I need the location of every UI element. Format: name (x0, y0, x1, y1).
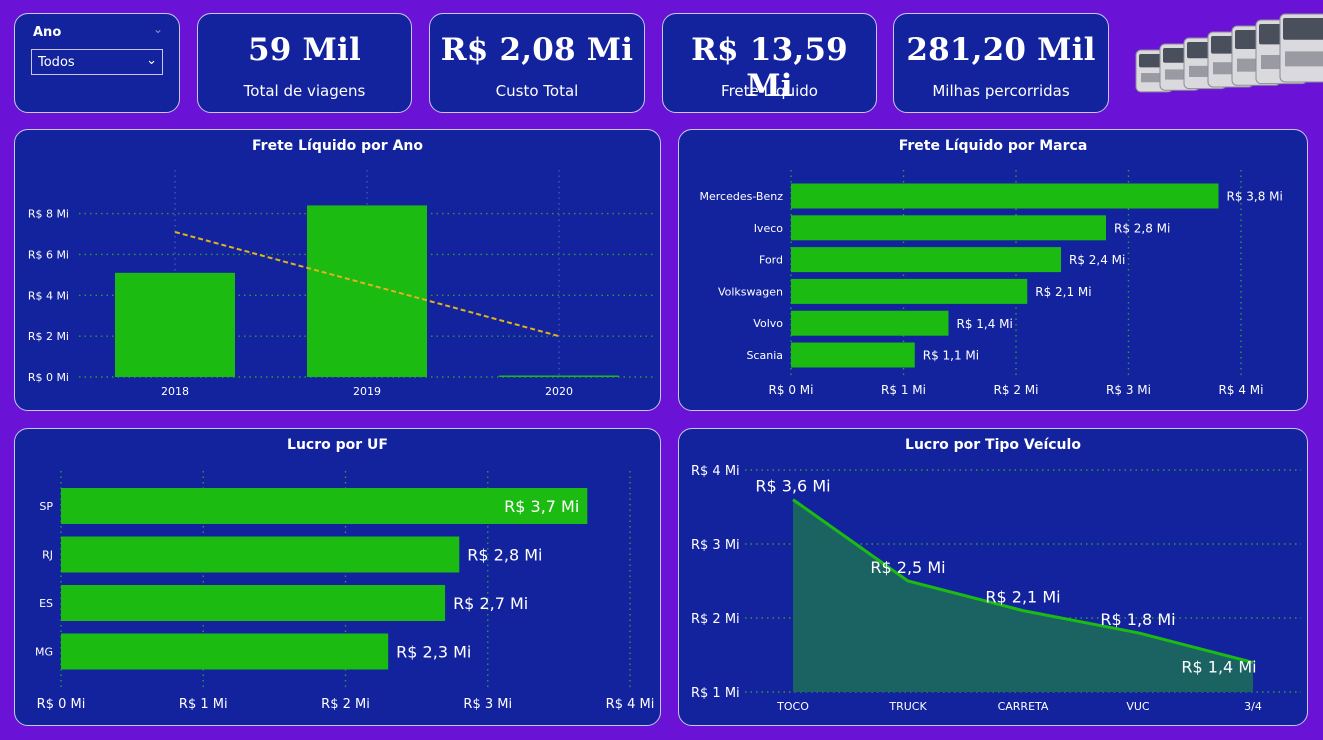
data-label: R$ 3,6 Mi (755, 477, 830, 496)
category-label: Mercedes-Benz (700, 190, 784, 203)
chart-plot: R$ 1 Mi R$ 2 Mi R$ 3 Mi R$ 4 Mi TOCO R$ 3,6 M… (691, 464, 1301, 713)
y-tick-label: R$ 4 Mi (691, 464, 740, 479)
chart-net-freight-by-brand: Frete Líquido por Marca R$ 0 Mi R$ 1 Mi R$… (678, 129, 1308, 411)
category-label: ES (39, 597, 53, 610)
bar (115, 272, 235, 377)
category-label: Volvo (753, 317, 783, 330)
x-tick-label: R$ 2 Mi (321, 697, 370, 712)
kpi-value: 281,20 Mil (906, 32, 1096, 68)
x-tick-label: VUC (1126, 700, 1150, 713)
truck-icon (1135, 49, 1174, 93)
category-label: Iveco (754, 222, 784, 235)
bar (791, 278, 1028, 304)
slicer-collapse-chevron-icon[interactable]: ⌄ (153, 22, 163, 36)
data-label: R$ 3,7 Mi (504, 497, 579, 516)
x-tick-label: 3/4 (1244, 700, 1262, 713)
chart-profit-by-state: Lucro por UF R$ 0 Mi R$ 1 Mi R$ 2 Mi R$ 3 M… (14, 428, 661, 726)
bar (61, 536, 460, 573)
kpi-value: 59 Mil (248, 32, 361, 68)
truck-icon (1279, 13, 1323, 83)
data-label: R$ 2,8 Mi (467, 546, 542, 565)
x-tick-label: R$ 0 Mi (769, 383, 814, 397)
y-tick-label: R$ 2 Mi (28, 330, 69, 343)
kpi-label: Frete Líquido (721, 82, 818, 100)
category-label: Volkswagen (718, 285, 783, 298)
y-tick-label: R$ 3 Mi (691, 538, 740, 553)
y-tick-label: R$ 4 Mi (28, 289, 69, 302)
category-label: Ford (759, 254, 783, 267)
year-slicer: Ano ⌄ Todos ⌄ (14, 13, 180, 113)
data-label: R$ 2,7 Mi (453, 594, 528, 613)
chart-plot: R$ 0 Mi R$ 1 Mi R$ 2 Mi R$ 3 Mi R$ 4 Mi Merce… (700, 170, 1283, 397)
x-tick-label: R$ 1 Mi (179, 697, 228, 712)
chart-plot: R$ 0 Mi R$ 1 Mi R$ 2 Mi R$ 3 Mi R$ 4 Mi SP R$ … (35, 471, 655, 712)
bar (791, 183, 1219, 209)
x-tick-label: TOCO (776, 700, 809, 713)
x-tick-label: 2020 (545, 385, 573, 398)
category-label: Scania (746, 349, 783, 362)
data-label: R$ 2,5 Mi (870, 558, 945, 577)
chart-profit-by-vehicle-type: Lucro por Tipo Veículo R$ 1 Mi R$ 2 Mi R$ … (678, 428, 1308, 726)
bar (499, 375, 619, 377)
y-tick-label: R$ 2 Mi (691, 612, 740, 627)
bar (61, 633, 389, 670)
slicer-title: Ano (33, 25, 62, 40)
x-tick-label: R$ 4 Mi (1219, 383, 1264, 397)
kpi-total-cost: R$ 2,08 Mi Custo Total (429, 13, 645, 113)
data-label: R$ 2,1 Mi (1035, 285, 1091, 299)
x-tick-label: 2019 (353, 385, 381, 398)
kpi-miles: 281,20 Mil Milhas percorridas (893, 13, 1109, 113)
data-label: R$ 1,1 Mi (923, 349, 979, 363)
truck-icon (1207, 31, 1254, 88)
data-label: R$ 3,8 Mi (1227, 190, 1283, 204)
data-label: R$ 1,4 Mi (1181, 657, 1256, 676)
data-label: R$ 2,8 Mi (1114, 221, 1170, 235)
bar (791, 247, 1061, 273)
category-label: SP (39, 500, 53, 513)
kpi-total-trips: 59 Mil Total de viagens (197, 13, 412, 113)
truck-icon (1159, 43, 1201, 91)
bar (307, 205, 427, 377)
kpi-label: Milhas percorridas (932, 82, 1070, 100)
chart-net-freight-by-year: Frete Líquido por Ano R$ 0 Mi R$ 2 Mi R$ 4… (14, 129, 661, 411)
truck-icon (1255, 19, 1308, 85)
data-label: R$ 2,3 Mi (396, 643, 471, 662)
kpi-label: Total de viagens (243, 82, 366, 100)
bar (791, 310, 949, 336)
x-tick-label: 2018 (161, 385, 189, 398)
chevron-down-icon: ⌄ (146, 53, 157, 68)
category-label: RJ (42, 549, 53, 562)
data-label: R$ 1,4 Mi (957, 317, 1013, 331)
kpi-value: R$ 2,08 Mi (440, 32, 634, 68)
y-tick-label: R$ 1 Mi (691, 686, 740, 701)
x-tick-label: TRUCK (888, 700, 927, 713)
y-tick-label: R$ 6 Mi (28, 248, 69, 261)
kpi-net-freight: R$ 13,59 Mi Frete Líquido (662, 13, 877, 113)
truck-icon (1231, 25, 1281, 86)
kpi-label: Custo Total (495, 82, 579, 100)
x-tick-label: R$ 2 Mi (994, 383, 1039, 397)
data-label: R$ 2,4 Mi (1069, 253, 1125, 267)
x-tick-label: R$ 3 Mi (463, 697, 512, 712)
bar (791, 215, 1106, 241)
x-tick-label: R$ 4 Mi (606, 697, 655, 712)
y-tick-label: R$ 8 Mi (28, 208, 69, 221)
data-label: R$ 1,8 Mi (1100, 610, 1175, 629)
x-tick-label: R$ 0 Mi (37, 697, 86, 712)
truck-icon (1183, 37, 1228, 90)
year-dropdown[interactable]: Todos ⌄ (31, 49, 163, 75)
year-dropdown-value: Todos (38, 55, 75, 70)
category-label: MG (35, 646, 53, 659)
x-tick-label: R$ 1 Mi (881, 383, 926, 397)
y-tick-label: R$ 0 Mi (28, 371, 69, 384)
bar (61, 585, 446, 621)
chart-plot: R$ 0 Mi R$ 2 Mi R$ 4 Mi R$ 6 Mi R$ 8 Mi 2018 2… (28, 170, 655, 398)
x-tick-label: CARRETA (998, 700, 1049, 713)
x-tick-label: R$ 3 Mi (1106, 383, 1151, 397)
bar (791, 342, 915, 368)
data-label: R$ 2,1 Mi (985, 588, 1060, 607)
